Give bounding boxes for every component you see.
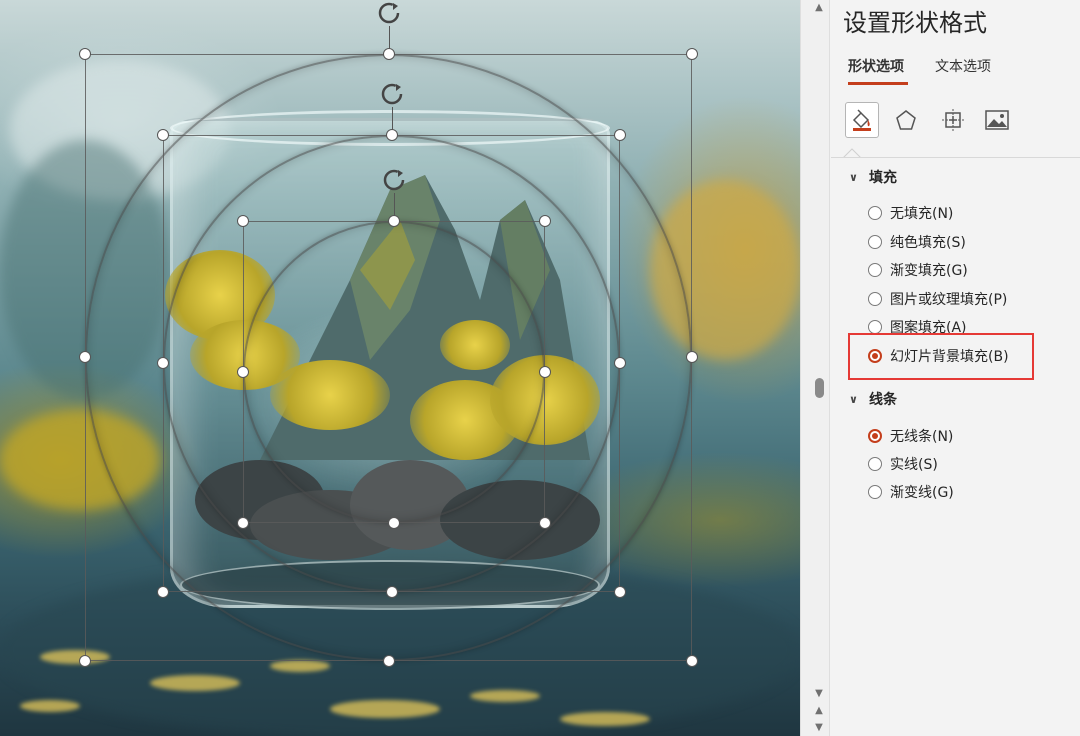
- water-reflection: [470, 690, 540, 702]
- rotate-handle-icon[interactable]: [376, 0, 402, 26]
- resize-handle[interactable]: [157, 357, 169, 369]
- radio-button[interactable]: [868, 485, 882, 499]
- option-label: 纯色填充(S): [890, 235, 966, 251]
- tab-shape-options[interactable]: 形状选项: [848, 56, 904, 76]
- resize-handle[interactable]: [388, 215, 400, 227]
- resize-handle[interactable]: [539, 517, 551, 529]
- rotate-handle-icon[interactable]: [379, 81, 405, 107]
- resize-handle[interactable]: [79, 48, 91, 60]
- resize-handle[interactable]: [686, 351, 698, 363]
- resize-handle[interactable]: [386, 586, 398, 598]
- terrarium-tree: [440, 320, 510, 370]
- resize-handle[interactable]: [237, 517, 249, 529]
- radio-button-selected[interactable]: [868, 429, 882, 443]
- resize-handle[interactable]: [388, 517, 400, 529]
- fill-option-solid[interactable]: 纯色填充(S): [868, 232, 966, 252]
- fill-option-gradient[interactable]: 渐变填充(G): [868, 260, 968, 280]
- option-label: 渐变填充(G): [890, 263, 968, 279]
- option-label: 图片或纹理填充(P): [890, 292, 1008, 308]
- scroll-up-small-icon[interactable]: ▲: [812, 2, 826, 14]
- chevron-down-icon: ∨: [849, 170, 858, 184]
- resize-handle[interactable]: [614, 129, 626, 141]
- line-option-solid[interactable]: 实线(S): [868, 454, 938, 474]
- line-option-none[interactable]: 无线条(N): [868, 426, 953, 446]
- radio-button[interactable]: [868, 206, 882, 220]
- resize-handle[interactable]: [157, 586, 169, 598]
- resize-handle[interactable]: [686, 655, 698, 667]
- pane-divider: [831, 157, 1080, 158]
- fill-section-header[interactable]: ∨ 填充: [849, 167, 897, 187]
- resize-handle[interactable]: [237, 215, 249, 227]
- water-reflection: [560, 712, 650, 726]
- terrarium-rocks: [440, 480, 600, 560]
- next-slide-icon[interactable]: ▼: [812, 722, 826, 734]
- resize-handle[interactable]: [79, 351, 91, 363]
- previous-slide-icon[interactable]: ▲: [812, 705, 826, 717]
- annotation-highlight-box: [848, 333, 1034, 380]
- option-label: 渐变线(G): [890, 485, 954, 501]
- fill-option-none[interactable]: 无填充(N): [868, 203, 953, 223]
- vertical-scrollbar[interactable]: [800, 0, 830, 736]
- line-section-title: 线条: [869, 392, 897, 408]
- rotate-handle-icon[interactable]: [381, 167, 407, 193]
- terrarium-tree: [270, 360, 390, 430]
- water-reflection: [330, 700, 440, 718]
- background-foliage-right: [650, 180, 800, 360]
- radio-button[interactable]: [868, 320, 882, 334]
- radio-button[interactable]: [868, 235, 882, 249]
- jar-base: [180, 560, 600, 610]
- scrollbar-thumb[interactable]: [815, 378, 824, 398]
- resize-handle[interactable]: [237, 366, 249, 378]
- background-foliage-left: [0, 410, 160, 510]
- tab-text-options[interactable]: 文本选项: [935, 56, 991, 76]
- option-label: 无线条(N): [890, 429, 954, 445]
- radio-button[interactable]: [868, 457, 882, 471]
- size-properties-icon[interactable]: [936, 102, 970, 138]
- resize-handle[interactable]: [614, 357, 626, 369]
- option-label: 无填充(N): [890, 206, 954, 222]
- slide-canvas[interactable]: [0, 0, 800, 736]
- line-option-gradient[interactable]: 渐变线(G): [868, 482, 954, 502]
- pane-title: 设置形状格式: [843, 9, 987, 37]
- resize-handle[interactable]: [383, 48, 395, 60]
- water-reflection: [20, 700, 80, 712]
- resize-handle[interactable]: [79, 655, 91, 667]
- resize-handle[interactable]: [157, 129, 169, 141]
- water-reflection: [150, 675, 240, 691]
- active-tab-indicator: [848, 82, 908, 85]
- radio-button[interactable]: [868, 263, 882, 277]
- radio-button[interactable]: [868, 292, 882, 306]
- resize-handle[interactable]: [383, 655, 395, 667]
- fill-section-title: 填充: [869, 170, 897, 186]
- resize-handle[interactable]: [686, 48, 698, 60]
- water-reflection: [270, 660, 330, 672]
- option-label: 实线(S): [890, 457, 938, 473]
- water-reflection: [40, 650, 110, 664]
- resize-handle[interactable]: [539, 366, 551, 378]
- scroll-down-icon[interactable]: ▼: [812, 688, 826, 700]
- resize-handle[interactable]: [539, 215, 551, 227]
- line-section-header[interactable]: ∨ 线条: [849, 389, 897, 409]
- picture-icon[interactable]: [980, 102, 1014, 138]
- fill-option-picture-texture[interactable]: 图片或纹理填充(P): [868, 289, 1007, 309]
- effects-pentagon-icon[interactable]: [889, 102, 923, 138]
- resize-handle[interactable]: [386, 129, 398, 141]
- chevron-down-icon: ∨: [849, 392, 858, 406]
- fill-line-icon[interactable]: [845, 102, 879, 138]
- resize-handle[interactable]: [614, 586, 626, 598]
